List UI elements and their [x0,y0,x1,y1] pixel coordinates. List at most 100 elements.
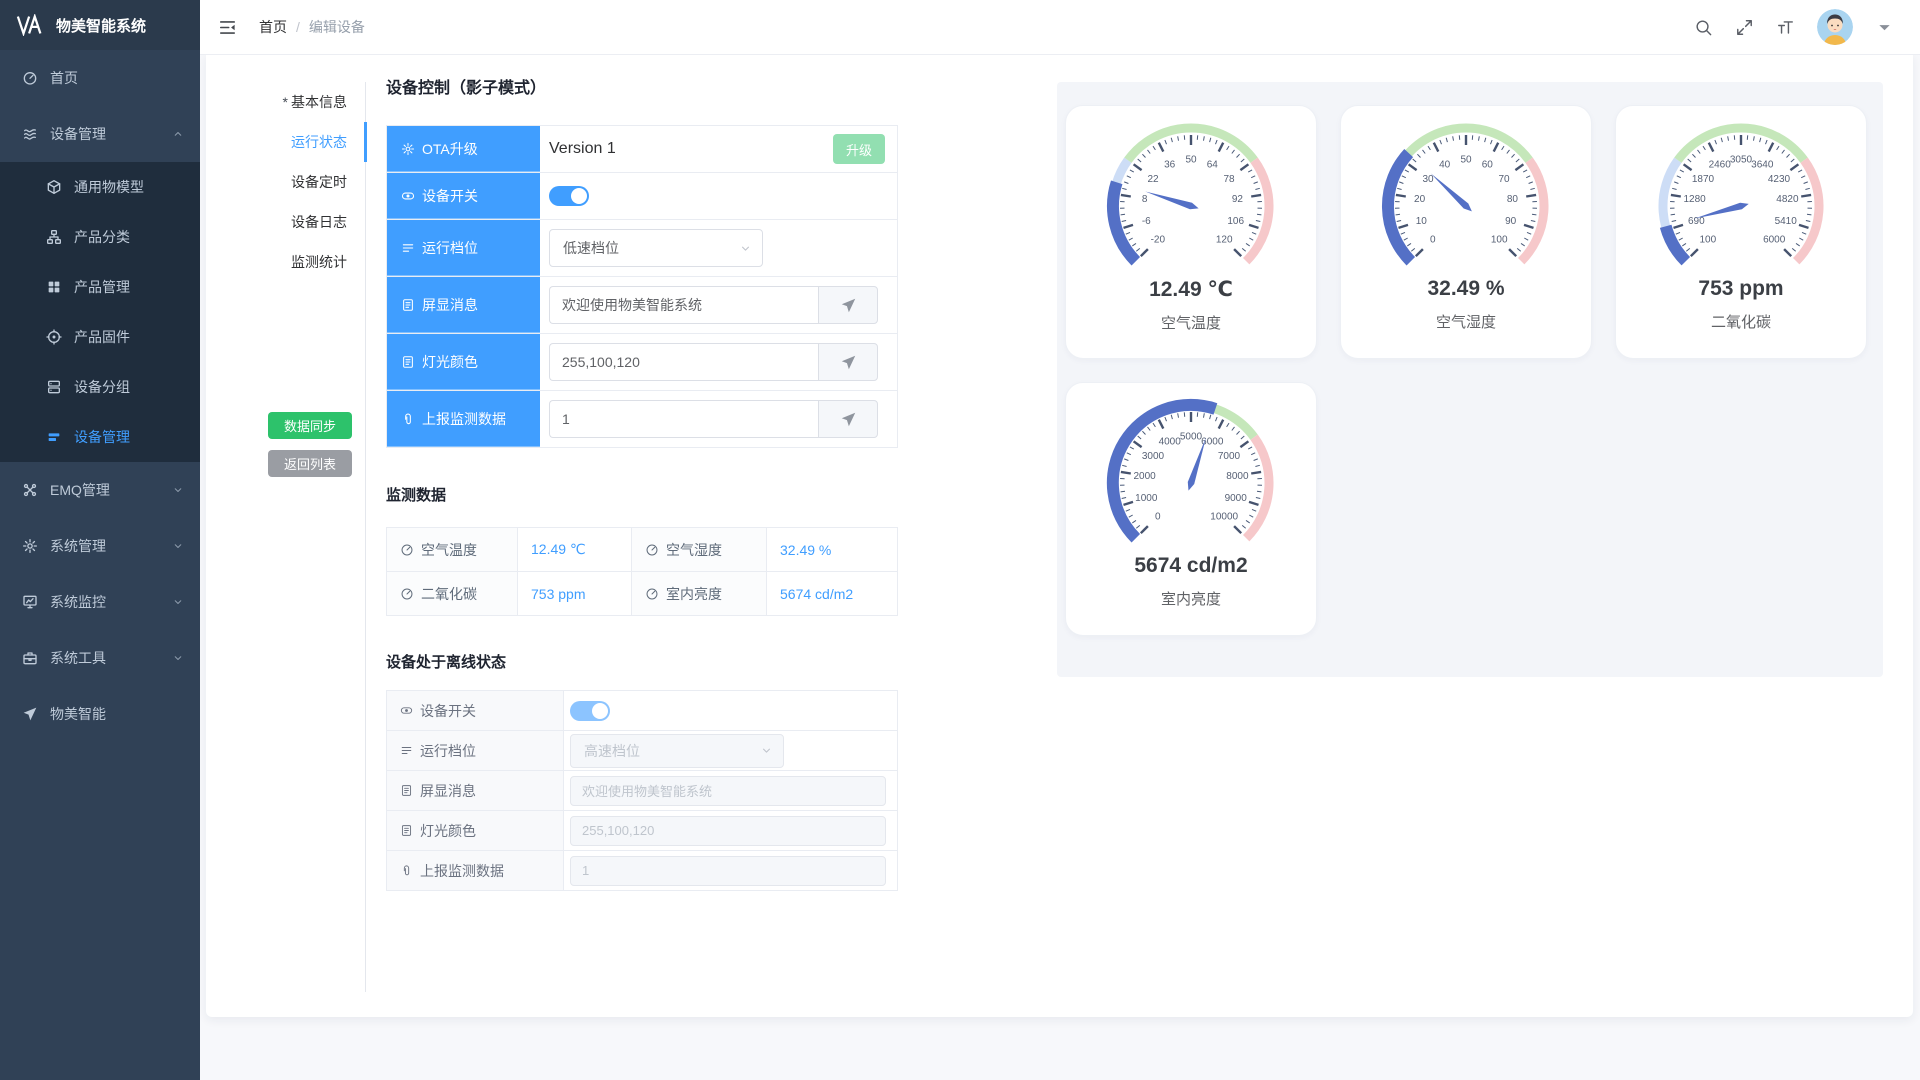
svg-text:5000: 5000 [1180,432,1203,443]
shadow-row: OTA升级 Version 1 升级 [387,126,897,173]
monitor-row: 空气温度 12.49 ℃空气湿度 32.49 % [387,528,897,572]
breadcrumb-home[interactable]: 首页 [259,17,287,37]
sidebar-item-3[interactable]: 系统管理 [0,518,200,574]
sidebar-subitem-label: 设备分组 [74,377,130,397]
row-label-text: OTA升级 [422,139,478,159]
sidebar-item-label: 系统管理 [50,536,106,556]
send-button[interactable] [818,400,878,438]
gauge-title: 室内亮度 [1066,588,1316,609]
gauge-icon [645,543,659,557]
monitor-icon [22,594,38,610]
sidebar-item-2[interactable]: EMQ管理 [0,462,200,518]
gauge-value: 32.49 % [1341,277,1591,301]
offline-row-value [564,691,897,730]
back-to-list-button[interactable]: 返回列表 [268,450,352,477]
svg-text:6000: 6000 [1763,235,1786,246]
run-gear-select[interactable]: 低速档位 [549,229,763,267]
tab-1[interactable]: 运行状态 [206,122,365,162]
shadow-row: 屏显消息 [387,277,897,334]
fullscreen-icon[interactable] [1735,18,1754,37]
svg-text:100: 100 [1699,235,1716,246]
sidebar-subitem-1-4[interactable]: 设备分组 [0,362,200,412]
row-label-text: 灯光颜色 [422,352,478,372]
gear-icon [22,538,38,554]
gauge-value: 5674 cd/m2 [1066,554,1316,578]
sidebar-subitem-label: 设备管理 [74,427,130,447]
layers-icon [22,126,38,142]
monitor-label-text: 空气湿度 [666,540,722,560]
shadow-input-3[interactable] [549,286,818,324]
device-switch-toggle-disabled [570,701,610,721]
chevron-down-icon [739,242,752,255]
sidebar-subitem-1-5[interactable]: 设备管理 [0,412,200,462]
svg-text:9000: 9000 [1225,493,1248,504]
sidebar-subitem-1-0[interactable]: 通用物模型 [0,162,200,212]
offline-row-label: 上报监测数据 [387,851,564,890]
tab-label: 运行状态 [291,134,347,150]
breadcrumb: 首页 / 编辑设备 [259,17,365,37]
document-icon [400,824,413,837]
monitor-value: 5674 cd/m2 [767,572,895,615]
row-label-text: 上报监测数据 [420,861,504,881]
tab-4[interactable]: 监测统计 [206,242,365,282]
share-icon [22,482,38,498]
avatar[interactable] [1817,9,1853,45]
shadow-row: 灯光颜色 [387,334,897,391]
svg-text:7000: 7000 [1218,451,1241,462]
shadow-input-5[interactable] [549,400,818,438]
tab-3[interactable]: 设备日志 [206,202,365,242]
sidebar-item-4[interactable]: 系统监控 [0,574,200,630]
upgrade-button[interactable]: 升级 [833,134,885,164]
shadow-input-4[interactable] [549,343,818,381]
tab-2[interactable]: 设备定时 [206,162,365,202]
row-label-text: 设备开关 [420,701,476,721]
sidebar-item-label: 系统工具 [50,648,106,668]
firmware-version: Version 1 [549,140,616,158]
svg-text:78: 78 [1223,174,1235,185]
row-label-text: 设备开关 [422,186,478,206]
tab-0[interactable]: *基本信息 [206,82,365,122]
monitor-value: 753 ppm [518,572,632,615]
caret-down-icon[interactable] [1875,18,1894,37]
chevron-down-icon [760,744,773,757]
offline-row-label: 灯光颜色 [387,811,564,850]
svg-text:50: 50 [1460,155,1472,166]
svg-text:50: 50 [1185,155,1197,166]
send-button[interactable] [818,343,878,381]
sidebar-subitem-label: 产品固件 [74,327,130,347]
sidebar-item-6[interactable]: 物美智能 [0,686,200,742]
sidebar-item-0[interactable]: 首页 [0,50,200,106]
data-sync-button[interactable]: 数据同步 [268,412,352,439]
send-button[interactable] [818,286,878,324]
font-size-icon[interactable] [1776,18,1795,37]
sidebar-subitem-1-2[interactable]: 产品管理 [0,262,200,312]
shadow-row-label: 运行档位 [387,220,540,276]
breadcrumb-separator: / [296,19,300,35]
sidebar: 物美智能系统 首页设备管理通用物模型产品分类产品管理产品固件设备分组设备管理EM… [0,0,200,1080]
svg-text:8000: 8000 [1226,471,1249,482]
search-icon[interactable] [1694,18,1713,37]
content-card: *基本信息运行状态设备定时设备日志监测统计 数据同步 返回列表 设备控制（影子模… [206,54,1913,1017]
sidebar-subitem-1-3[interactable]: 产品固件 [0,312,200,362]
sidebar-item-5[interactable]: 系统工具 [0,630,200,686]
svg-text:2460: 2460 [1709,160,1732,171]
sidebar-subitem-1-1[interactable]: 产品分类 [0,212,200,262]
sidebar-item-label: 首页 [50,68,78,88]
svg-text:3050: 3050 [1730,155,1753,166]
gauge-value: 12.49 ℃ [1066,277,1316,302]
device-switch-toggle[interactable] [549,186,589,206]
shadow-panel-title: 设备控制（影子模式） [386,74,546,98]
shadow-control-table: OTA升级 Version 1 升级 设备开关 运行档位 低速档位 屏显消息 [386,125,898,448]
shadow-row: 设备开关 [387,173,897,220]
paperclip-icon [401,412,415,426]
required-asterisk: * [283,94,288,110]
gauge-card-0: -20-68223650647892106120 12.49 ℃ 空气温度 [1065,105,1317,359]
sidebar-item-label: 物美智能 [50,704,106,724]
menu-fold-icon[interactable] [218,18,237,37]
svg-text:10000: 10000 [1210,512,1238,523]
document-icon [400,784,413,797]
dashboard-icon [22,70,38,86]
svg-text:4000: 4000 [1159,437,1182,448]
sidebar-item-1[interactable]: 设备管理 [0,106,200,162]
svg-text:80: 80 [1507,194,1519,205]
